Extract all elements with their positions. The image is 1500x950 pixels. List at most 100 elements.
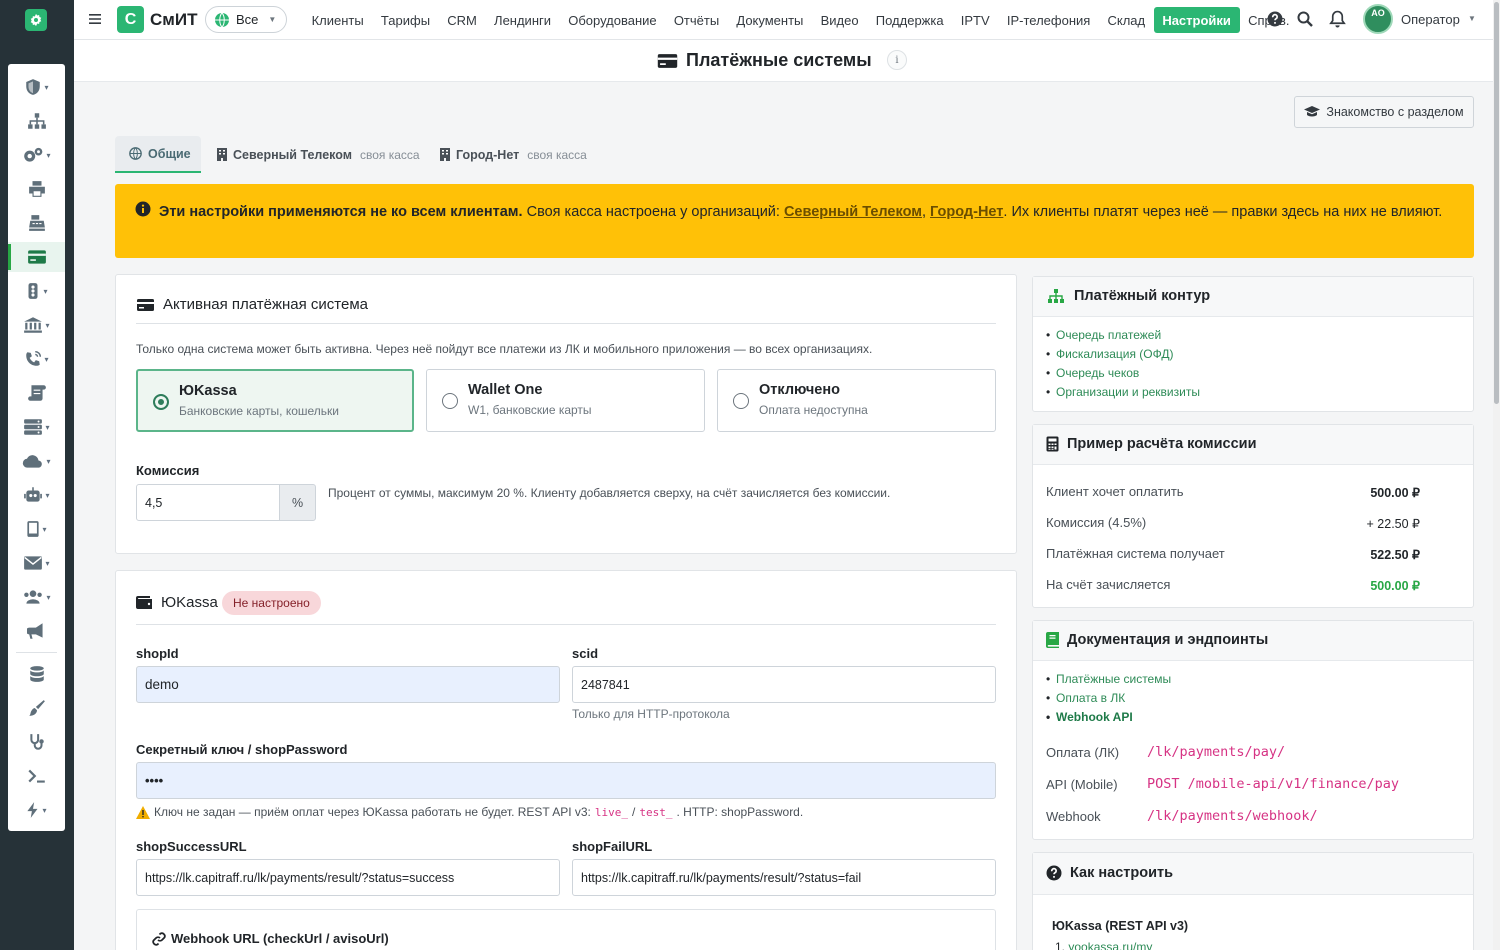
info-icon[interactable]: i bbox=[887, 50, 907, 70]
secret-hint-text: Ключ не задан — приём оплат через ЮKassa… bbox=[154, 805, 591, 819]
nav-support[interactable]: Поддержка bbox=[867, 7, 952, 33]
rail-bank-icon[interactable]: ▾ bbox=[8, 310, 65, 340]
globe-icon bbox=[214, 12, 230, 28]
link-docs-lk-payment[interactable]: Оплата в ЛК bbox=[1046, 689, 1171, 708]
rail-security-icon[interactable]: ▾ bbox=[8, 72, 65, 102]
chevron-down-icon[interactable]: ▼ bbox=[1468, 14, 1476, 23]
calculator-icon bbox=[1046, 436, 1059, 452]
nav-clients[interactable]: Клиенты bbox=[303, 7, 372, 33]
nav-warehouse[interactable]: Склад bbox=[1099, 7, 1154, 33]
scid-input[interactable]: 2487841 bbox=[572, 666, 996, 703]
status-badge: Не настроено bbox=[222, 591, 321, 615]
scope-selector[interactable]: Все ▼ bbox=[205, 6, 287, 33]
rail-bolt-icon[interactable]: ▾ bbox=[8, 795, 65, 825]
tab-gorod-net[interactable]: Город-Нет своя касса bbox=[440, 136, 587, 173]
tab-severny-telecom[interactable]: Северный Телеком своя касса bbox=[217, 136, 420, 173]
option-sub: Оплата недоступна bbox=[759, 403, 868, 417]
howto-step-link[interactable]: 1. yookassa.ru/my bbox=[1055, 940, 1152, 950]
rail-brush-icon[interactable] bbox=[8, 693, 65, 723]
app-logo-icon[interactable] bbox=[25, 9, 47, 31]
tab-label: Город-Нет bbox=[456, 147, 520, 162]
commission-input[interactable]: 4,5 bbox=[136, 484, 280, 521]
scrollbar-thumb[interactable] bbox=[1494, 2, 1499, 404]
rail-users-icon[interactable]: ▾ bbox=[8, 582, 65, 612]
rail-cashbox-icon[interactable] bbox=[8, 208, 65, 238]
calc-title: Пример расчёта комиссии bbox=[1046, 436, 1256, 452]
rail-terminal-icon[interactable] bbox=[8, 761, 65, 791]
success-url-input[interactable]: https://lk.capitraff.ru/lk/payments/resu… bbox=[136, 859, 560, 896]
tab-sub: своя касса bbox=[359, 147, 420, 162]
rail-print-icon[interactable] bbox=[8, 174, 65, 204]
secret-hint-end: . HTTP: shopPassword. bbox=[676, 805, 804, 819]
page-header: Платёжные системы i bbox=[74, 40, 1493, 82]
page-scrollbar[interactable] bbox=[1493, 0, 1500, 950]
rail-mail-icon[interactable]: ▾ bbox=[8, 548, 65, 578]
nav-documents[interactable]: Документы bbox=[728, 7, 812, 33]
help-icon[interactable] bbox=[1267, 11, 1283, 27]
avatar[interactable]: AO bbox=[1363, 4, 1393, 34]
rail-stethoscope-icon[interactable] bbox=[8, 727, 65, 757]
nav-settings[interactable]: Настройки bbox=[1153, 7, 1240, 33]
link-payments-queue[interactable]: Очередь платежей bbox=[1046, 326, 1200, 345]
nav-reports[interactable]: Отчёты bbox=[665, 7, 728, 33]
rail-mobile-icon[interactable]: ▾ bbox=[8, 514, 65, 544]
webhook-label-text: Webhook URL (checkUrl / avisoUrl) bbox=[171, 931, 389, 946]
howto-title: Как настроить bbox=[1046, 865, 1173, 881]
nav-tariffs[interactable]: Тарифы bbox=[372, 7, 438, 33]
rail-megaphone-icon[interactable] bbox=[8, 616, 65, 646]
link-fiscalization[interactable]: Фискализация (ОФД) bbox=[1046, 345, 1200, 364]
rail-structure-icon[interactable] bbox=[8, 106, 65, 136]
nav-ip-telephony[interactable]: IP-телефония bbox=[998, 7, 1099, 33]
endpoint-value: /lk/payments/webhook/ bbox=[1147, 808, 1318, 824]
nav-landings[interactable]: Лендинги bbox=[485, 7, 559, 33]
fail-url-input[interactable]: https://lk.capitraff.ru/lk/payments/resu… bbox=[572, 859, 996, 896]
org-link-severny[interactable]: Северный Телеком bbox=[784, 204, 922, 220]
building-icon bbox=[440, 148, 450, 161]
link-receipts-queue[interactable]: Очередь чеков bbox=[1046, 364, 1200, 383]
bell-icon[interactable] bbox=[1329, 10, 1346, 28]
tab-general[interactable]: Общие bbox=[115, 136, 201, 173]
rail-database-icon[interactable] bbox=[8, 659, 65, 689]
option-wallet-one[interactable]: Wallet One W1, банковские карты bbox=[426, 369, 705, 432]
nav-equipment[interactable]: Оборудование bbox=[560, 7, 666, 33]
option-disabled[interactable]: Отключено Оплата недоступна bbox=[717, 369, 996, 432]
radio-yookassa[interactable] bbox=[153, 394, 169, 410]
nav-video[interactable]: Видео bbox=[812, 7, 867, 33]
menu-toggle-icon[interactable] bbox=[88, 12, 102, 26]
nav-iptv[interactable]: IPTV bbox=[952, 7, 998, 33]
search-icon[interactable] bbox=[1297, 11, 1313, 27]
option-title: Wallet One bbox=[468, 382, 543, 398]
tab-sub: своя касса bbox=[527, 147, 587, 162]
calc-row-value: + 22.50 ₽ bbox=[1366, 517, 1420, 531]
tab-label: Общие bbox=[148, 146, 191, 161]
top-navbar: С СмИТ Все ▼ Клиенты Тарифы CRM Лендинги… bbox=[74, 0, 1500, 40]
rail-cloud-icon[interactable]: ▾ bbox=[8, 446, 65, 476]
rail-phone-icon[interactable]: ▾ bbox=[8, 344, 65, 374]
page-title: Платёжные системы bbox=[657, 50, 872, 71]
rail-settings-icon[interactable]: ▾ bbox=[8, 140, 65, 170]
brand-logo[interactable]: С bbox=[117, 6, 144, 33]
radio-wallet-one[interactable] bbox=[442, 393, 458, 409]
intro-button[interactable]: Знакомство с разделом bbox=[1294, 96, 1474, 128]
fail-url-label: shopFailURL bbox=[572, 839, 653, 854]
rail-payments-icon[interactable] bbox=[8, 242, 65, 272]
brand-name[interactable]: СмИТ bbox=[150, 10, 197, 30]
rail-menu: ▾ ▾ ▾ ▾ ▾ ▾ ▾ ▾ ▾ ▾ ▾ ▾ bbox=[8, 64, 65, 831]
rail-servers-icon[interactable]: ▾ bbox=[8, 412, 65, 442]
user-name[interactable]: Оператор bbox=[1401, 12, 1460, 27]
shopid-input[interactable]: demo bbox=[136, 666, 560, 703]
option-yookassa[interactable]: ЮKassa Банковские карты, кошельки bbox=[136, 369, 414, 432]
secret-input[interactable]: •••• bbox=[136, 762, 996, 799]
radio-disabled[interactable] bbox=[733, 393, 749, 409]
building-icon bbox=[217, 148, 227, 161]
link-organizations[interactable]: Организации и реквизиты bbox=[1046, 383, 1200, 402]
link-docs-payment-systems[interactable]: Платёжные системы bbox=[1046, 670, 1171, 689]
org-link-gorod[interactable]: Город-Нет bbox=[930, 204, 1003, 220]
calc-row-value: 500.00 ₽ bbox=[1370, 579, 1420, 593]
nav-crm[interactable]: CRM bbox=[439, 7, 486, 33]
rail-traffic-icon[interactable]: ▾ bbox=[8, 276, 65, 306]
rail-robot-icon[interactable]: ▾ bbox=[8, 480, 65, 510]
rail-scroll-icon[interactable] bbox=[8, 378, 65, 408]
endpoint-label: Webhook bbox=[1046, 809, 1101, 824]
link-docs-webhook-api[interactable]: Webhook API bbox=[1046, 708, 1171, 727]
